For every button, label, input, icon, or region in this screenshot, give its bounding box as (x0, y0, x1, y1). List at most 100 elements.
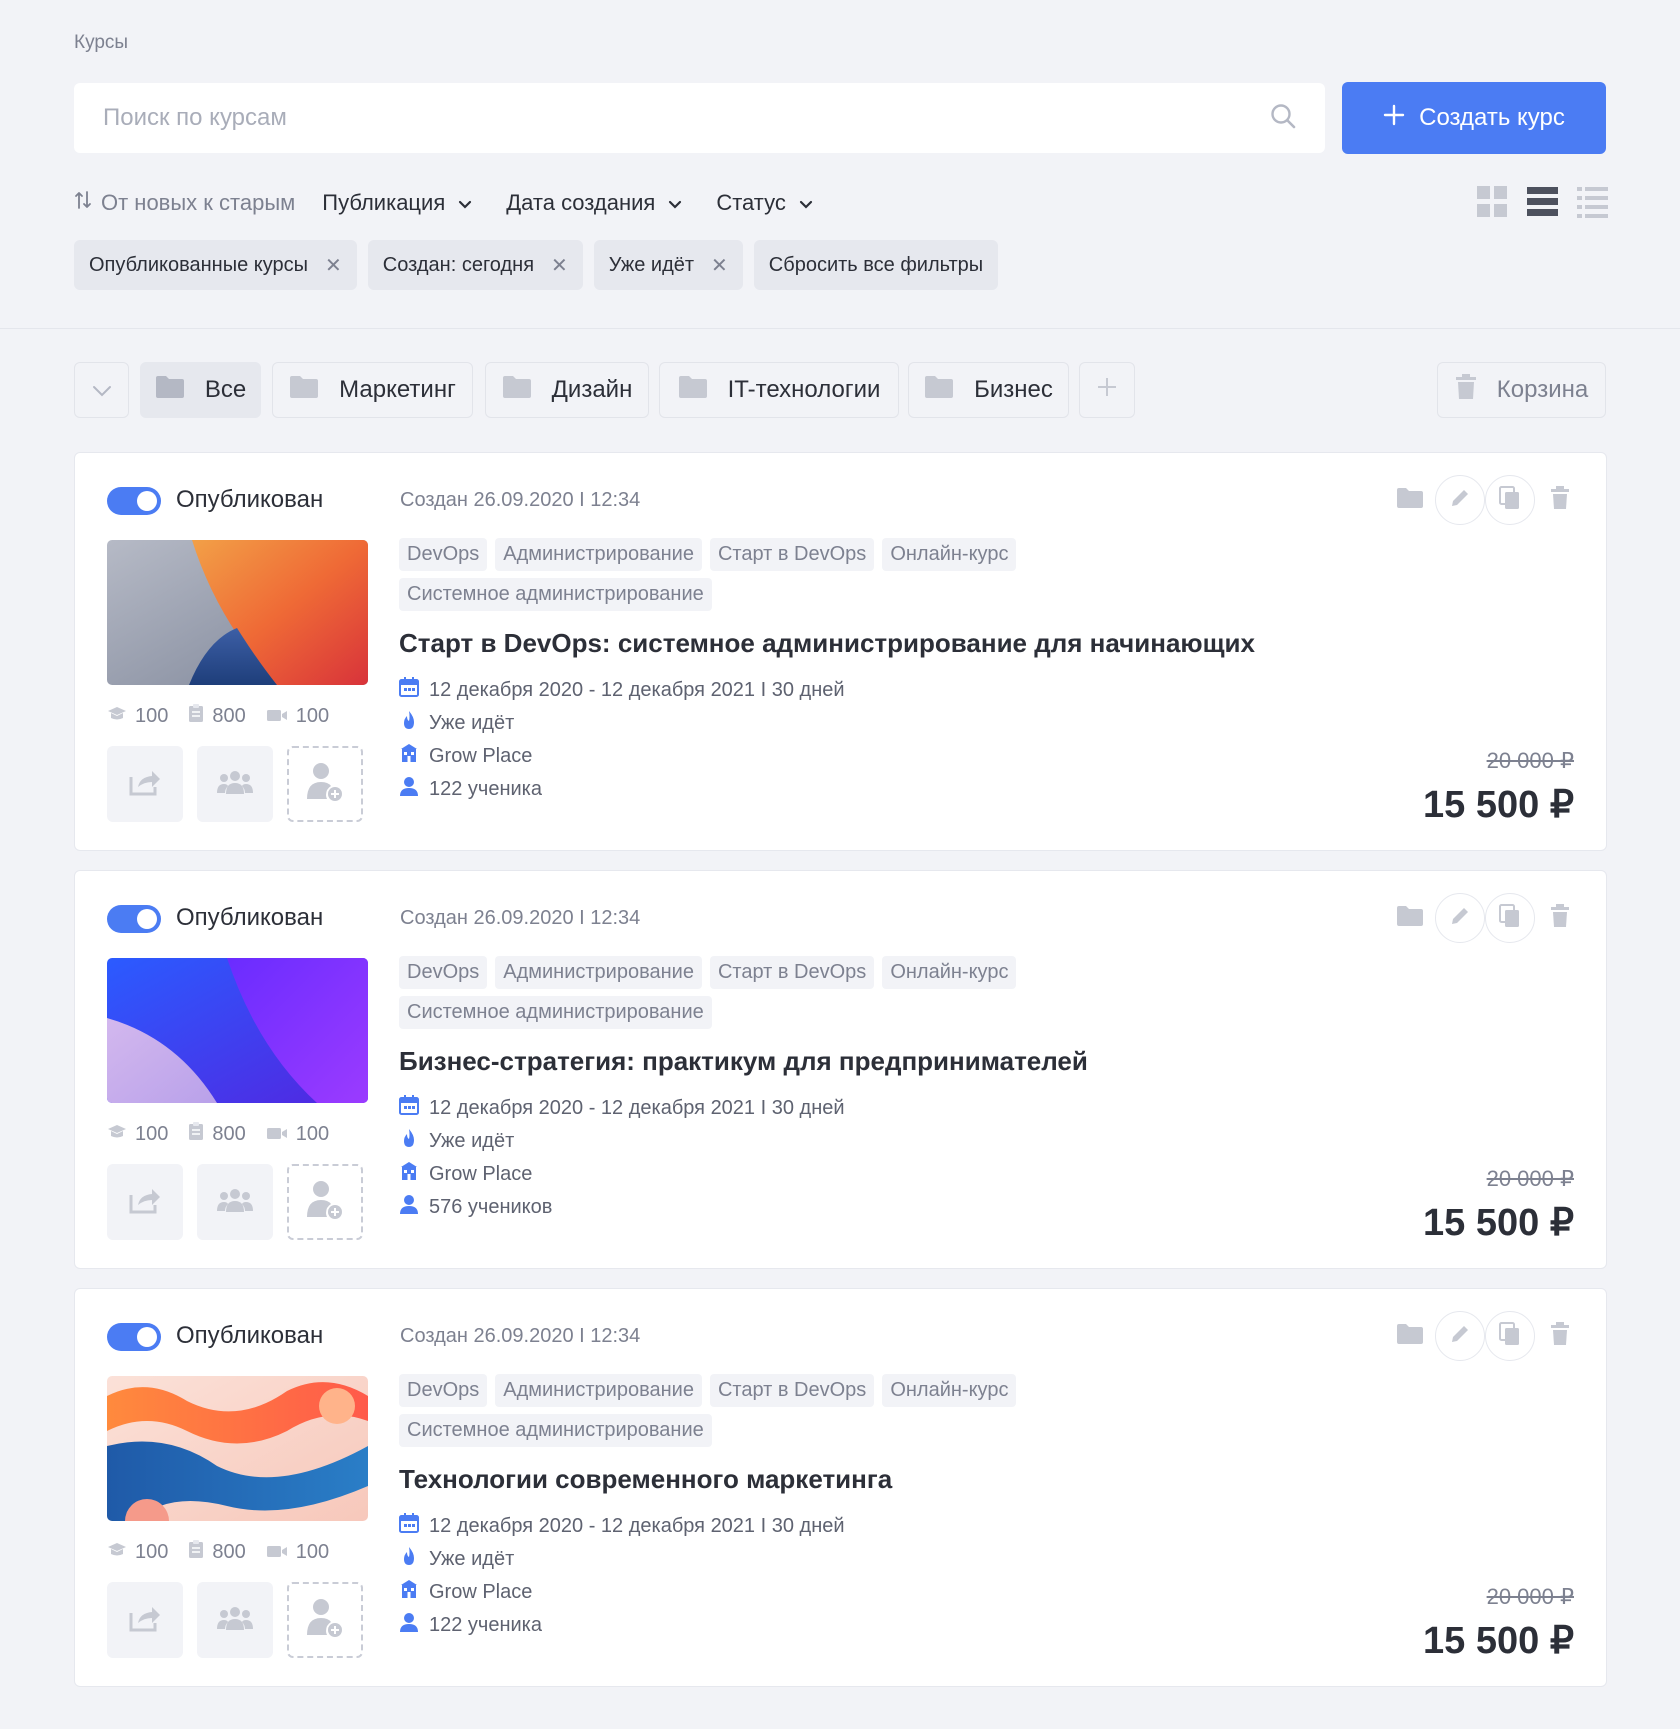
search-bar[interactable] (74, 83, 1325, 153)
list-view-icon[interactable] (1527, 186, 1558, 218)
add-student-button[interactable] (287, 1164, 363, 1240)
filter-chip-label: Создан: сегодня (382, 253, 535, 276)
course-dates-text: 12 декабря 2020 - 12 декабря 2021 I 30 д… (429, 678, 845, 701)
pencil-icon (1449, 905, 1471, 932)
filter-chip[interactable]: Уже идёт ✕ (593, 240, 743, 290)
publish-toggle[interactable] (107, 905, 161, 933)
move-to-folder-button[interactable] (1385, 1311, 1435, 1361)
tag[interactable]: Старт в DevOps (709, 538, 875, 571)
publish-toggle[interactable] (107, 487, 161, 515)
edit-button[interactable] (1435, 893, 1485, 943)
close-icon[interactable]: ✕ (325, 253, 342, 278)
folder-tab-business[interactable]: Бизнес (908, 362, 1069, 418)
filter-chip[interactable]: Создан: сегодня ✕ (367, 240, 583, 290)
delete-button[interactable] (1535, 475, 1585, 525)
tag[interactable]: DevOps (399, 1374, 488, 1407)
course-title[interactable]: Бизнес-стратегия: практикум для предприн… (399, 1046, 1088, 1077)
tag[interactable]: Старт в DevOps (709, 1374, 875, 1407)
copy-button[interactable] (1485, 1311, 1535, 1361)
share-button[interactable] (107, 1164, 183, 1240)
video-camera-icon (266, 1541, 288, 1564)
tag[interactable]: Онлайн-курс (882, 956, 1017, 989)
share-button[interactable] (107, 1582, 183, 1658)
publication-dropdown[interactable]: Публикация (322, 190, 472, 216)
stat-value: 100 (135, 1540, 169, 1563)
flame-icon (399, 710, 419, 736)
calendar-icon (399, 1513, 419, 1539)
creation-date-dropdown-label: Дата создания (506, 190, 656, 215)
delete-button[interactable] (1535, 893, 1585, 943)
delete-button[interactable] (1535, 1311, 1585, 1361)
grid-view-icon[interactable] (1477, 186, 1508, 218)
create-course-label: Создать курс (1419, 104, 1565, 131)
course-students: 122 ученика (399, 777, 845, 800)
created-date: Создан 26.09.2020 I 12:34 (400, 907, 641, 929)
add-folder-button[interactable] (1079, 362, 1135, 418)
search-icon[interactable] (1270, 103, 1296, 134)
move-to-folder-button[interactable] (1385, 475, 1435, 525)
search-input[interactable] (103, 104, 1270, 132)
user-icon (399, 1194, 419, 1220)
folder-tab-design[interactable]: Дизайн (485, 362, 649, 418)
graduation-cap-icon (107, 1123, 127, 1146)
filter-chip[interactable]: Опубликованные курсы ✕ (74, 240, 357, 290)
students-group-button[interactable] (197, 1582, 273, 1658)
chevron-down-icon (92, 376, 112, 404)
stat-value: 100 (135, 704, 169, 727)
users-group-icon (216, 769, 254, 800)
course-title[interactable]: Технологии современного маркетинга (399, 1464, 892, 1495)
tag[interactable]: Системное администрирование (399, 578, 712, 611)
course-dates-text: 12 декабря 2020 - 12 декабря 2021 I 30 д… (429, 1096, 845, 1119)
users-group-icon (216, 1187, 254, 1218)
tag[interactable]: DevOps (399, 956, 488, 989)
tag[interactable]: Системное администрирование (399, 1414, 712, 1447)
add-student-button[interactable] (287, 746, 363, 822)
tag[interactable]: Онлайн-курс (882, 1374, 1017, 1407)
reset-filters-button[interactable]: Сбросить все фильтры (753, 240, 999, 290)
publish-toggle[interactable] (107, 1323, 161, 1351)
status-dropdown[interactable]: Статус (716, 190, 813, 216)
stat-value: 100 (295, 1122, 330, 1145)
creation-date-dropdown[interactable]: Дата создания (506, 190, 682, 216)
user-icon (399, 1612, 419, 1638)
create-course-button[interactable]: Создать курс (1342, 82, 1606, 154)
copy-button[interactable] (1485, 893, 1535, 943)
tag[interactable]: Администрирование (495, 956, 702, 989)
folder-icon (678, 375, 708, 406)
course-title[interactable]: Старт в DevOps: системное администрирова… (399, 628, 1255, 659)
trash-folder-button[interactable]: Корзина (1437, 362, 1606, 418)
folder-tab-marketing[interactable]: Маркетинг (272, 362, 473, 418)
compact-list-icon[interactable] (1577, 186, 1608, 218)
course-dates: 12 декабря 2020 - 12 декабря 2021 I 30 д… (399, 677, 845, 701)
course-actions (107, 746, 363, 822)
sort-dropdown[interactable]: От новых к старым (74, 190, 295, 216)
stat-value: 800 (212, 1540, 246, 1563)
edit-button[interactable] (1435, 1311, 1485, 1361)
close-icon[interactable]: ✕ (711, 253, 728, 278)
edit-button[interactable] (1435, 475, 1485, 525)
folder-tab-all[interactable]: Все (140, 362, 261, 418)
course-card: Опубликован Создан 26.09.2020 I 12:34 10… (74, 870, 1607, 1269)
add-student-button[interactable] (287, 1582, 363, 1658)
folder-tab-label: IT-технологии (727, 376, 881, 403)
collapse-folders-button[interactable] (74, 362, 129, 418)
old-price: 20 000 ₽ (1486, 1166, 1574, 1191)
share-button[interactable] (107, 746, 183, 822)
publish-status: Опубликован (176, 486, 324, 513)
course-students: 122 ученика (399, 1612, 845, 1638)
folder-tab-it[interactable]: IT-технологии (659, 362, 899, 418)
move-to-folder-button[interactable] (1385, 893, 1435, 943)
tag[interactable]: Администрирование (495, 1374, 702, 1407)
tag[interactable]: DevOps (399, 538, 488, 571)
tag[interactable]: Администрирование (495, 538, 702, 571)
filter-chip-label: Опубликованные курсы (89, 253, 309, 276)
students-group-button[interactable] (197, 1164, 273, 1240)
copy-button[interactable] (1485, 475, 1535, 525)
tag[interactable]: Онлайн-курс (882, 538, 1017, 571)
students-group-button[interactable] (197, 746, 273, 822)
course-progress: Уже идёт (399, 1547, 845, 1570)
close-icon[interactable]: ✕ (551, 253, 568, 278)
tag[interactable]: Старт в DevOps (709, 956, 875, 989)
tag[interactable]: Системное администрирование (399, 996, 712, 1029)
copy-icon (1499, 485, 1521, 515)
